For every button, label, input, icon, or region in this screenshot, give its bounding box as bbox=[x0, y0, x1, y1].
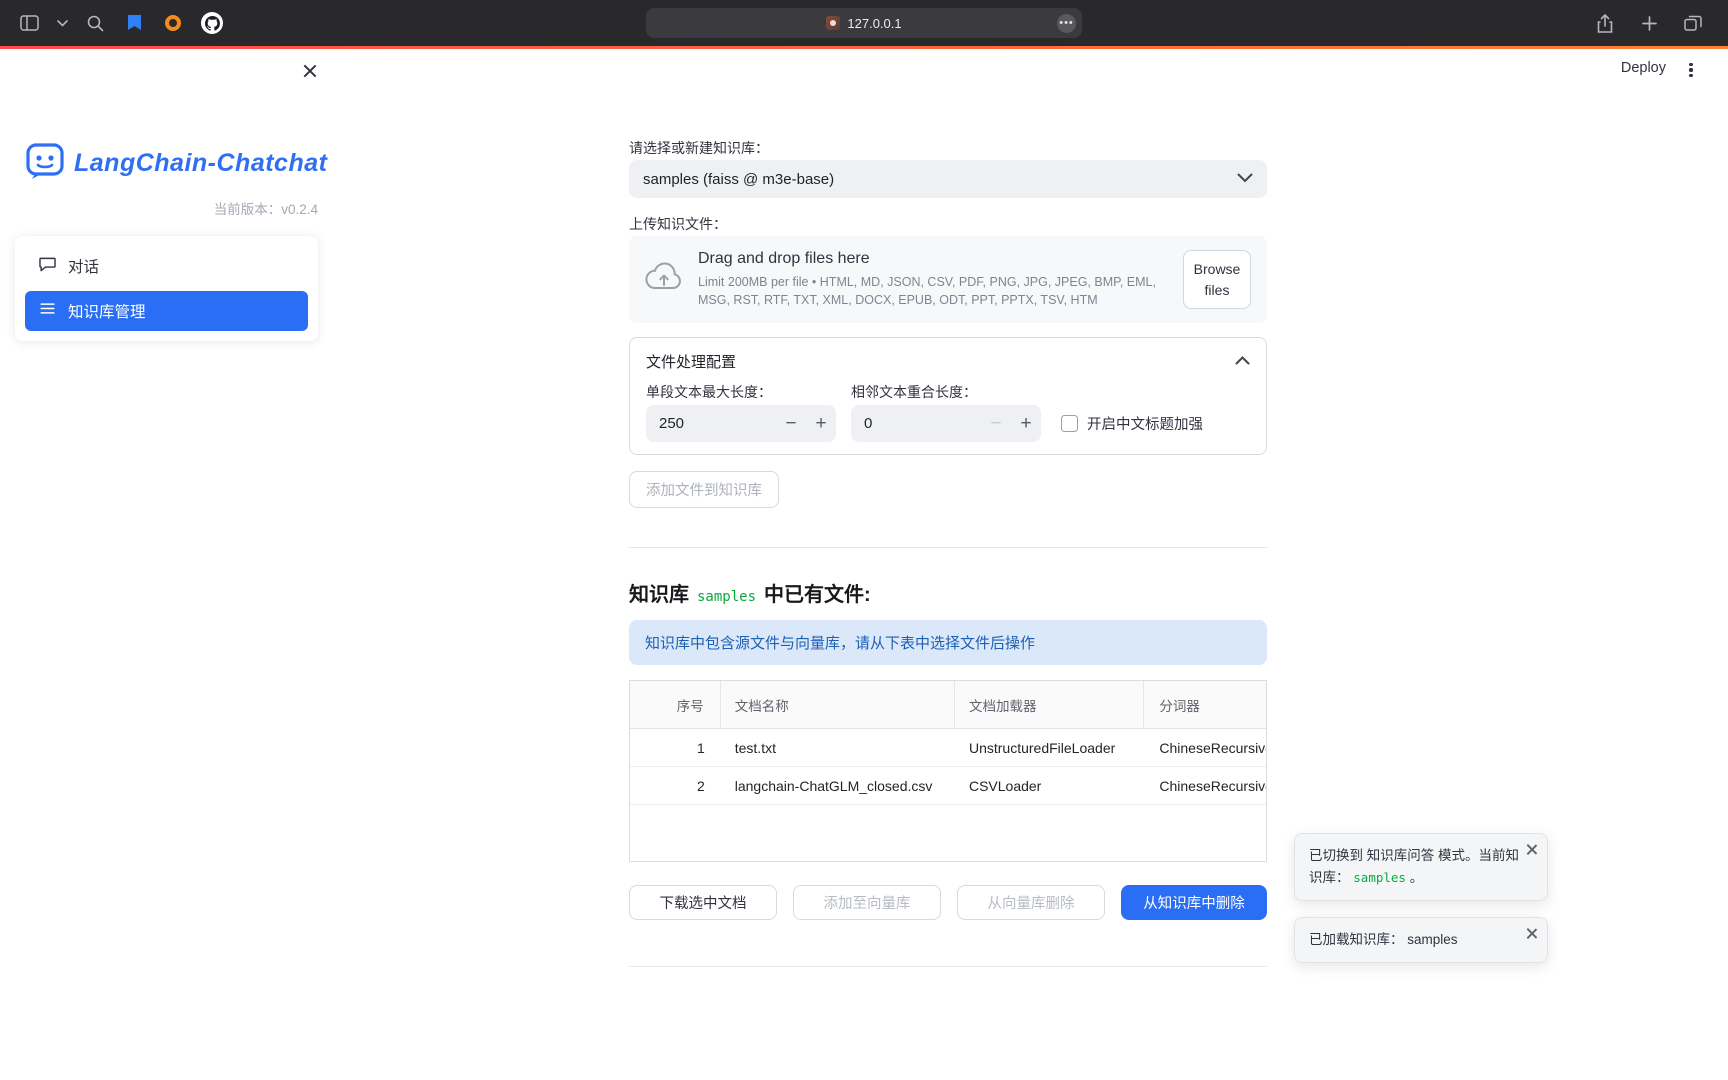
table-header-row: 序号 文档名称 文档加载器 分词器 bbox=[630, 681, 1266, 729]
github-icon[interactable] bbox=[199, 10, 225, 36]
chunk-size-value: 250 bbox=[646, 415, 776, 432]
table-header-cell[interactable]: 文档名称 bbox=[721, 681, 955, 728]
toast-text: 已加载知识库： bbox=[1309, 932, 1404, 947]
cell-splitter: ChineseRecursive bbox=[1144, 767, 1266, 804]
checkbox-box-icon[interactable] bbox=[1061, 415, 1078, 432]
kb-select-label: 请选择或新建知识库： bbox=[629, 138, 769, 158]
screen: 127.0.0.1 ••• LangChain-Chatchat bbox=[0, 0, 1728, 1080]
site-favicon-icon bbox=[826, 16, 840, 30]
chunk-size-label: 单段文本最大长度： bbox=[646, 382, 772, 402]
divider bbox=[629, 547, 1267, 548]
kb-name-code: samples bbox=[1353, 870, 1406, 885]
cell-doc-name: langchain-ChatGLM_closed.csv bbox=[721, 767, 955, 804]
toast-text: 。 bbox=[1410, 870, 1424, 885]
decrement-icon[interactable]: − bbox=[981, 413, 1011, 435]
upload-label: 上传知识文件： bbox=[629, 214, 727, 234]
dropzone-title: Drag and drop files here bbox=[698, 250, 1168, 268]
extension-flag-icon[interactable] bbox=[121, 10, 147, 36]
increment-icon[interactable]: + bbox=[1011, 413, 1041, 435]
chevron-up-icon[interactable] bbox=[1235, 352, 1250, 370]
overflow-menu-icon[interactable] bbox=[1682, 61, 1700, 79]
file-dropzone[interactable]: Drag and drop files here Limit 200MB per… bbox=[629, 236, 1267, 323]
divider bbox=[629, 966, 1267, 967]
address-bar[interactable]: 127.0.0.1 ••• bbox=[646, 8, 1082, 38]
app-logo: LangChain-Chatchat bbox=[25, 141, 327, 186]
sidebar: LangChain-Chatchat 当前版本：v0.2.4 对话 知识库管理 bbox=[0, 49, 334, 1080]
sidebar-item-kb-management[interactable]: 知识库管理 bbox=[25, 291, 308, 331]
cell-doc-name: test.txt bbox=[721, 729, 955, 766]
logo-chat-icon bbox=[25, 141, 65, 186]
database-icon bbox=[38, 299, 57, 323]
decrement-icon[interactable]: − bbox=[776, 413, 806, 435]
add-files-button[interactable]: 添加文件到知识库 bbox=[629, 471, 779, 508]
cloud-upload-icon bbox=[645, 262, 683, 297]
cell-splitter: ChineseRecursive bbox=[1144, 729, 1266, 766]
cell-loader: CSVLoader bbox=[955, 767, 1144, 804]
share-icon[interactable] bbox=[1592, 10, 1618, 36]
table-row[interactable]: 1 test.txt UnstructuredFileLoader Chines… bbox=[630, 729, 1266, 767]
tab-overview-icon[interactable] bbox=[1680, 10, 1706, 36]
kb-name-code: samples bbox=[697, 589, 756, 605]
close-icon[interactable] bbox=[1525, 927, 1538, 940]
config-expander: 文件处理配置 单段文本最大长度： 250 − + 相邻文本重合长度： 0 − + bbox=[629, 337, 1267, 455]
chevron-down-icon bbox=[1237, 170, 1253, 188]
sidebar-close-icon[interactable] bbox=[301, 62, 319, 80]
page-settings-icon[interactable]: ••• bbox=[1057, 14, 1076, 33]
version-label: 当前版本：v0.2.4 bbox=[214, 198, 318, 218]
nav-menu: 对话 知识库管理 bbox=[15, 236, 318, 341]
close-icon[interactable] bbox=[1525, 843, 1538, 856]
deploy-button[interactable]: Deploy bbox=[1621, 60, 1666, 76]
logo-text: LangChain-Chatchat bbox=[74, 149, 327, 178]
table-actions: 下载选中文档 添加至向量库 从向量库删除 从知识库中删除 bbox=[629, 885, 1267, 920]
url-text: 127.0.0.1 bbox=[847, 16, 901, 31]
browse-files-button[interactable]: Browse files bbox=[1183, 250, 1251, 309]
cell-loader: UnstructuredFileLoader bbox=[955, 729, 1144, 766]
overlap-input[interactable]: 0 − + bbox=[851, 405, 1041, 442]
table-header-cell[interactable]: 分词器 bbox=[1144, 681, 1266, 728]
delete-from-kb-button[interactable]: 从知识库中删除 bbox=[1121, 885, 1267, 920]
toast-kb-name: samples bbox=[1407, 932, 1457, 947]
table-row[interactable]: 2 langchain-ChatGLM_closed.csv CSVLoader… bbox=[630, 767, 1266, 805]
toast-mode-switched: 已切换到 知识库问答 模式。当前知识库： samples 。 bbox=[1294, 833, 1548, 901]
checkbox-label: 开启中文标题加强 bbox=[1087, 413, 1203, 434]
chat-bubble-icon bbox=[38, 254, 57, 278]
cell-index: 2 bbox=[630, 767, 721, 804]
table-header-cell[interactable]: 序号 bbox=[630, 681, 721, 728]
dropzone-limit-text: Limit 200MB per file • HTML, MD, JSON, C… bbox=[698, 273, 1168, 309]
chevron-down-icon[interactable] bbox=[55, 10, 69, 36]
sidebar-item-chat[interactable]: 对话 bbox=[25, 246, 308, 286]
expander-title: 文件处理配置 bbox=[646, 351, 736, 372]
extension-ring-icon[interactable] bbox=[160, 10, 186, 36]
delete-from-vector-button[interactable]: 从向量库删除 bbox=[957, 885, 1105, 920]
overlap-label: 相邻文本重合长度： bbox=[851, 382, 977, 402]
files-heading-prefix: 知识库 bbox=[629, 578, 689, 607]
files-heading-suffix: 中已有文件: bbox=[764, 578, 871, 607]
chunk-size-input[interactable]: 250 − + bbox=[646, 405, 836, 442]
download-selected-button[interactable]: 下载选中文档 bbox=[629, 885, 777, 920]
add-to-vector-button[interactable]: 添加至向量库 bbox=[793, 885, 941, 920]
app-page: LangChain-Chatchat 当前版本：v0.2.4 对话 知识库管理 bbox=[0, 49, 1728, 1080]
cell-index: 1 bbox=[630, 729, 721, 766]
sidebar-item-label: 知识库管理 bbox=[68, 300, 146, 322]
new-tab-icon[interactable] bbox=[1636, 10, 1662, 36]
files-table: 序号 文档名称 文档加载器 分词器 1 test.txt Unstructure… bbox=[629, 680, 1267, 862]
overlap-value: 0 bbox=[851, 415, 981, 432]
browser-toolbar: 127.0.0.1 ••• bbox=[0, 0, 1728, 46]
zh-title-checkbox[interactable]: 开启中文标题加强 bbox=[1061, 413, 1203, 434]
search-icon[interactable] bbox=[82, 10, 108, 36]
table-header-cell[interactable]: 文档加载器 bbox=[955, 681, 1144, 728]
kb-selected-value: samples (faiss @ m3e-base) bbox=[643, 171, 1237, 188]
table-empty-area bbox=[630, 805, 1266, 861]
increment-icon[interactable]: + bbox=[806, 413, 836, 435]
kb-selectbox[interactable]: samples (faiss @ m3e-base) bbox=[629, 160, 1267, 198]
info-banner: 知识库中包含源文件与向量库，请从下表中选择文件后操作 bbox=[629, 620, 1267, 665]
sidebar-toggle-icon[interactable] bbox=[16, 10, 42, 36]
toast-kb-loaded: 已加载知识库： samples bbox=[1294, 917, 1548, 963]
sidebar-item-label: 对话 bbox=[68, 255, 99, 277]
files-heading: 知识库 samples 中已有文件: bbox=[629, 578, 871, 607]
